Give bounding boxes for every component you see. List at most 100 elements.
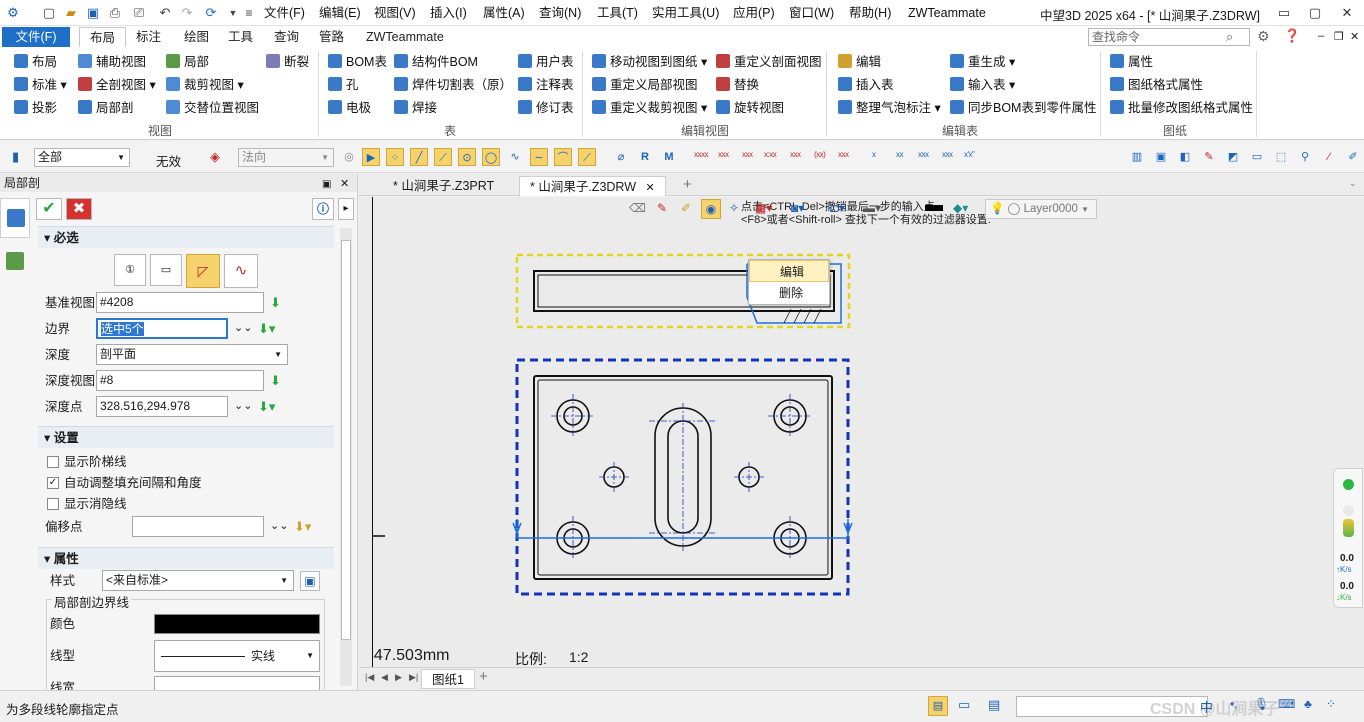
undo-icon[interactable]: ↶ <box>156 4 174 22</box>
doc-tab-close-icon[interactable]: ✕ <box>646 182 655 194</box>
help-icon[interactable]: ❓ <box>1284 28 1300 44</box>
properties-section-header[interactable]: ▾ 属性 <box>38 547 334 569</box>
view-tool-icon[interactable]: ◩ <box>1224 148 1242 166</box>
menu-more-icon[interactable]: ≡ <box>240 4 258 22</box>
snap-midpoint-icon[interactable]: ⟋ <box>434 148 452 166</box>
drawing-svg[interactable] <box>359 197 1364 667</box>
dim-filter-icon[interactable]: xxx <box>742 150 753 159</box>
doc-tab-part[interactable]: * 山涧果子.Z3PRT <box>383 176 504 196</box>
view-tool-icon[interactable]: ▭ <box>1248 148 1266 166</box>
panel-scrollbar[interactable] <box>340 228 352 686</box>
snap-point-icon[interactable]: ▶ <box>362 148 380 166</box>
dim-filter-icon[interactable]: xxx <box>838 150 849 159</box>
snap-line-icon[interactable]: ╱ <box>410 148 428 166</box>
dim-filter-icon[interactable]: x:xx <box>764 150 777 159</box>
show-steps-checkbox[interactable] <box>47 456 59 468</box>
view-tool-icon[interactable]: ✎ <box>1200 148 1218 166</box>
dotted-circle-icon[interactable]: ◌ <box>903 201 910 215</box>
weldment-cut-list-button[interactable]: 焊件切割表（原） <box>394 75 512 95</box>
dim-filter-icon[interactable]: xxxx <box>694 150 709 159</box>
redefine-crop-view-button[interactable]: 重定义裁剪视图 ▾ <box>592 98 707 118</box>
doc-tab-drawing[interactable]: * 山涧果子.Z3DRW ✕ <box>519 176 666 196</box>
maximize-icon[interactable]: ▢ <box>1304 3 1326 23</box>
ok-button[interactable]: ✔ <box>36 198 62 220</box>
ime-grid-icon[interactable]: ⁘ <box>1326 697 1336 711</box>
pick-boundary-icon[interactable]: ⬇▾ <box>258 321 275 337</box>
doc-minimize-icon[interactable]: – <box>1318 30 1324 42</box>
menu-attributes[interactable]: 属性(A) <box>483 5 525 21</box>
status-monitor-icon[interactable]: ▭ <box>958 697 970 713</box>
layer-stack-icon[interactable]: ◆▾ <box>953 201 968 215</box>
user-table-button[interactable]: 用户表 <box>518 52 574 72</box>
projection-view-button[interactable]: 投影 <box>14 98 57 118</box>
full-section-view-button[interactable]: 全剖视图 ▾ <box>78 75 156 95</box>
pick-depth-view-icon[interactable]: ⬇ <box>270 373 281 389</box>
depth-point-input[interactable]: 328.516,294.978 <box>96 396 228 417</box>
menu-help[interactable]: 帮助(H) <box>849 5 891 21</box>
print-icon[interactable]: ⎙ <box>106 4 124 22</box>
snap-perpendicular-icon[interactable]: ⌀ <box>612 148 630 166</box>
snap-circle-icon[interactable]: ◯ <box>482 148 500 166</box>
line-color-icon[interactable] <box>925 205 943 211</box>
panel-close-icon[interactable]: ✕ <box>340 175 349 193</box>
sheet-nav-last-icon[interactable]: ▶| <box>409 672 418 683</box>
normal-combo[interactable]: 法向 ▼ <box>238 148 334 167</box>
close-icon[interactable]: ✕ <box>1336 3 1358 23</box>
menu-apps[interactable]: 应用(P) <box>733 5 775 21</box>
context-menu-delete[interactable]: 删除 <box>749 282 829 304</box>
menu-insert[interactable]: 插入(I) <box>430 5 467 21</box>
view-tool-icon[interactable]: ⚲ <box>1296 148 1314 166</box>
sheet-tab-1[interactable]: 图纸1 <box>421 669 475 689</box>
boundary-expand-icon[interactable]: ⌄⌄ <box>234 321 252 334</box>
panel-pin-icon[interactable]: ▣ <box>322 176 331 194</box>
depth-select[interactable]: 剖平面 ▼ <box>96 344 288 365</box>
tab-layout[interactable]: 布局 <box>79 27 127 47</box>
settings-gear-icon[interactable]: ⚙ <box>1257 28 1270 45</box>
tab-drawing[interactable]: 绘图 <box>174 27 219 47</box>
tab-list-icon[interactable]: ⌄ <box>1349 178 1357 189</box>
snap-m-icon[interactable]: M <box>660 148 678 166</box>
regenerate-button[interactable]: 重生成 ▾ <box>950 52 1015 72</box>
tab-query[interactable]: 查询 <box>264 27 309 47</box>
broken-out-section-button[interactable]: 局部剖 <box>78 98 134 118</box>
offset-point-input[interactable] <box>132 516 264 537</box>
weld-table-button[interactable]: 焊接 <box>394 98 437 118</box>
save-icon[interactable]: ▣ <box>84 4 102 22</box>
palette-icon[interactable]: ◈ <box>210 149 220 165</box>
dim-filter-icon[interactable]: xxx <box>918 150 929 159</box>
redo-icon[interactable]: ↷ <box>178 4 196 22</box>
info-icon[interactable]: ⓘ <box>312 198 334 220</box>
view-tool-icon[interactable]: ▥ <box>1128 148 1146 166</box>
style-select[interactable]: <来自标准> ▼ <box>102 570 294 591</box>
minimize-icon[interactable]: ▭ <box>1273 3 1295 23</box>
snap-curve-icon[interactable]: ∿ <box>506 148 524 166</box>
required-section-header[interactable]: ▾ 必选 <box>38 226 334 248</box>
pen-icon[interactable]: ✎ <box>657 201 667 215</box>
pick-offset-point-icon[interactable]: ⬇▾ <box>294 519 311 535</box>
panel-scrollbar-thumb[interactable] <box>341 240 351 640</box>
display-icon[interactable]: ▬▾ <box>863 201 881 215</box>
print-preview-icon[interactable]: ⎚ <box>130 4 148 22</box>
move-view-to-sheet-button[interactable]: 移动视图到图纸 ▾ <box>592 52 707 72</box>
sheet-nav-prev-icon[interactable]: ◀ <box>381 672 388 683</box>
batch-sheet-format-button[interactable]: 批量修改图纸格式属性 <box>1110 98 1253 118</box>
status-list-icon[interactable]: ▤ <box>988 697 1000 713</box>
redefine-section-view-button[interactable]: 重定义剖面视图 <box>716 52 822 72</box>
show-hidden-checkbox[interactable] <box>47 498 59 510</box>
dim-filter-icon[interactable]: x <box>872 150 876 159</box>
menu-window[interactable]: 窗口(W) <box>789 5 834 21</box>
method-circle-icon[interactable]: ① <box>114 254 146 286</box>
save-style-icon[interactable]: ▣ <box>300 571 320 591</box>
bom-table-button[interactable]: BOM表 <box>328 52 387 72</box>
linetype-select[interactable]: 实线 ▼ <box>154 640 320 672</box>
snap-toggle-icon[interactable]: ◎ <box>340 148 358 166</box>
dim-filter-icon[interactable]: (xx) <box>814 150 826 159</box>
snap-center-icon[interactable]: ⊙ <box>458 148 476 166</box>
dim-filter-icon[interactable]: xx <box>896 150 904 159</box>
boundary-input[interactable]: 选中5个 <box>96 318 228 339</box>
snap-r-icon[interactable]: R <box>636 148 654 166</box>
side-tab-view-icon[interactable] <box>6 252 24 270</box>
doc-close-icon[interactable]: ✕ <box>1350 30 1359 43</box>
arrange-balloons-button[interactable]: 整理气泡标注 ▾ <box>838 98 941 118</box>
sync-bom-button[interactable]: 同步BOM表到零件属性 <box>950 98 1096 118</box>
